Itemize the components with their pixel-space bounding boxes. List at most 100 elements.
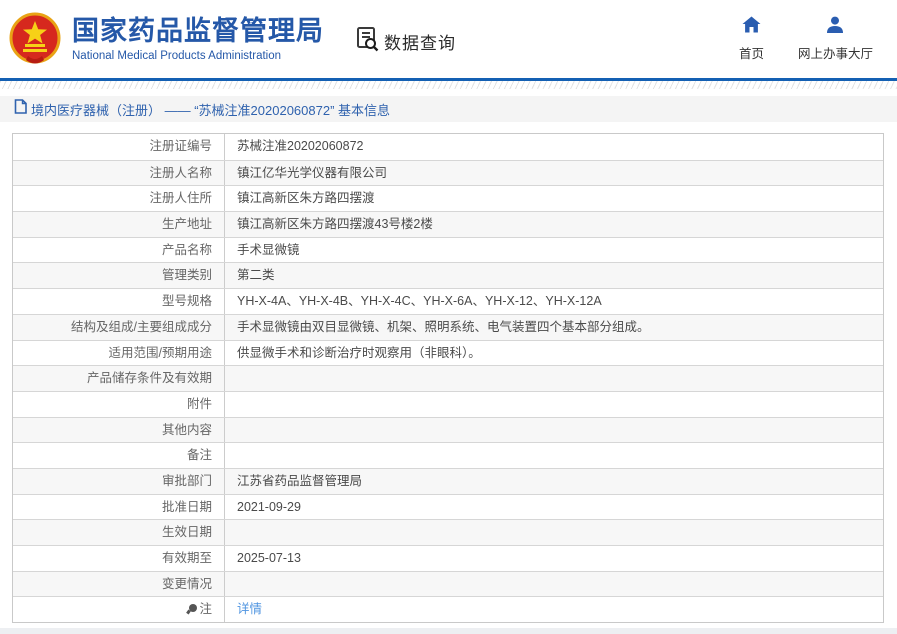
row-label: 注册人名称 <box>13 161 224 186</box>
row-label: 适用范围/预期用途 <box>13 341 224 366</box>
row-label: 产品名称 <box>13 238 224 263</box>
row-value: 江苏省药品监督管理局 <box>224 468 883 494</box>
row-label-text: 适用范围/预期用途 <box>108 345 212 360</box>
row-value: 供显微手术和诊断治疗时观察用（非眼科）。 <box>224 340 883 366</box>
row-label: 型号规格 <box>13 289 224 314</box>
row-label-text: 有效期至 <box>161 551 212 565</box>
row-value: 2025-07-13 <box>224 546 883 571</box>
row-value <box>224 391 883 417</box>
row-label-text: 产品储存条件及有效期 <box>86 371 212 386</box>
row-value: 2021-09-29 <box>224 494 883 520</box>
table-row: 生产地址 镇江高新区朱方路四摆渡43号楼2楼 <box>13 211 883 237</box>
row-value-text: 手术显微镜由双目显微镜、机架、照明系统、电气装置四个基本部分组成。 <box>237 319 650 334</box>
row-value: 手术显微镜由双目显微镜、机架、照明系统、电气装置四个基本部分组成。 <box>224 314 883 340</box>
national-emblem-logo <box>8 12 62 66</box>
row-label: 有效期至 <box>13 546 224 571</box>
org-name-cn: 国家药品监督管理局 <box>72 16 324 47</box>
row-label-text: 批准日期 <box>161 499 212 514</box>
row-value: 镇江亿华光学仪器有限公司 <box>224 160 883 186</box>
org-title-block: 国家药品监督管理局 National Medical Products Admi… <box>72 16 324 61</box>
table-row: 管理类别 第二类 <box>13 262 883 289</box>
row-value: 手术显微镜 <box>224 237 883 263</box>
table-row: 型号规格 YH-X-4A、YH-X-4B、YH-X-4C、YH-X-6A、YH-X… <box>13 288 883 314</box>
row-value: 镇江高新区朱方路四摆渡 <box>224 186 883 212</box>
page-icon <box>14 99 31 119</box>
nav-online-hall[interactable]: 网上办事大厅 <box>798 16 873 62</box>
row-value <box>224 366 883 391</box>
table-row: 附件 <box>13 390 883 417</box>
row-label-text: 审批部门 <box>161 473 212 488</box>
row-label-text: 注册证编号 <box>149 139 212 153</box>
footer-strip <box>0 628 897 634</box>
table-row: 产品名称 手术显微镜 <box>13 236 883 263</box>
row-value: 第二类 <box>224 263 883 289</box>
org-name-en: National Medical Products Administration <box>72 49 282 62</box>
row-value-text: YH-X-4A、YH-X-4B、YH-X-4C、YH-X-6A、YH-X-12、… <box>237 294 602 309</box>
table-row: 结构及组成/主要组成成分 手术显微镜由双目显微镜、机架、照明系统、电气装置四个基本… <box>13 313 883 340</box>
row-label-text: 产品名称 <box>161 242 212 257</box>
note-icon <box>189 604 198 613</box>
data-query-entry[interactable]: 数据查询 <box>356 26 456 57</box>
row-label-text: 生产地址 <box>161 217 212 232</box>
row-value-text: 手术显微镜 <box>237 242 300 257</box>
row-label-text: 注册人住所 <box>149 191 212 206</box>
row-value-text: 镇江亿华光学仪器有限公司 <box>237 165 388 180</box>
info-table: 注册证编号 苏械注准20202060872 注册人名称 镇江亿华光学仪器有限公司 注册人… <box>12 133 884 624</box>
row-value-text: 镇江高新区朱方路四摆渡 <box>237 191 375 206</box>
row-label: 注 <box>13 597 224 622</box>
page-header: 国家药品监督管理局 National Medical Products Admi… <box>0 0 897 78</box>
row-label-text: 型号规格 <box>161 294 212 309</box>
row-label: 产品储存条件及有效期 <box>13 366 224 391</box>
row-label: 注册证编号 <box>13 134 224 160</box>
table-row: 适用范围/预期用途 供显微手术和诊断治疗时观察用（非眼科）。 <box>13 339 883 366</box>
table-row: 注册人住所 镇江高新区朱方路四摆渡 <box>13 185 883 212</box>
nav-online-hall-label: 网上办事大厅 <box>797 47 873 61</box>
row-value: 详情 <box>224 597 883 623</box>
breadcrumb: 境内医疗器械（注册） —— “苏械注准20202060872” 基本信息 <box>0 96 897 122</box>
row-value-text: 江苏省药品监督管理局 <box>237 473 363 488</box>
row-label-text: 附件 <box>186 396 212 411</box>
table-row: 产品储存条件及有效期 <box>13 365 883 391</box>
row-value-text: 2021-09-29 <box>237 499 301 514</box>
row-label: 生效日期 <box>13 520 224 545</box>
row-label: 生产地址 <box>13 212 224 237</box>
row-label-text: 注册人名称 <box>149 165 212 180</box>
table-row: 批准日期 2021-09-29 <box>13 493 883 520</box>
row-value-text: 2025-07-13 <box>237 551 301 565</box>
row-label: 结构及组成/主要组成成分 <box>13 315 224 340</box>
table-row: 有效期至 2025-07-13 <box>13 545 883 571</box>
detail-link[interactable]: 详情 <box>237 602 262 616</box>
row-label: 管理类别 <box>13 263 224 288</box>
row-label: 审批部门 <box>13 469 224 494</box>
table-row: 注册人名称 镇江亿华光学仪器有限公司 <box>13 159 883 186</box>
row-value: 镇江高新区朱方路四摆渡43号楼2楼 <box>224 212 883 237</box>
row-label: 变更情况 <box>13 572 224 597</box>
table-row: 生效日期 <box>13 519 883 545</box>
table-row: 审批部门 江苏省药品监督管理局 <box>13 467 883 494</box>
row-label: 附件 <box>13 392 224 417</box>
row-value: YH-X-4A、YH-X-4B、YH-X-4C、YH-X-6A、YH-X-12、… <box>224 289 883 314</box>
row-value <box>224 417 883 443</box>
row-value <box>224 571 883 597</box>
row-label-text: 其他内容 <box>161 422 212 437</box>
table-row: 变更情况 <box>13 570 883 597</box>
row-label-text: 结构及组成/主要组成成分 <box>71 319 212 334</box>
table-row: 注 详情 <box>13 596 883 623</box>
row-label: 备注 <box>13 443 224 468</box>
hatched-band <box>0 81 897 89</box>
row-value <box>224 443 883 468</box>
breadcrumb-text: 境内医疗器械（注册） —— “苏械注准20202060872” 基本信息 <box>31 102 391 118</box>
row-value-text: 苏械注准20202060872 <box>237 139 364 153</box>
row-value: 苏械注准20202060872 <box>224 134 883 160</box>
nav-home[interactable]: 首页 <box>739 16 764 62</box>
row-value <box>224 520 883 545</box>
row-value-text: 第二类 <box>237 268 275 283</box>
row-label: 注册人住所 <box>13 186 224 211</box>
home-icon <box>742 16 761 38</box>
row-label-text: 变更情况 <box>161 576 212 591</box>
row-value-text: 镇江高新区朱方路四摆渡43号楼2楼 <box>237 217 433 232</box>
row-label-text: 注 <box>199 602 212 617</box>
table-row: 备注 <box>13 442 883 468</box>
row-label: 批准日期 <box>13 495 224 520</box>
document-search-icon <box>356 26 384 57</box>
